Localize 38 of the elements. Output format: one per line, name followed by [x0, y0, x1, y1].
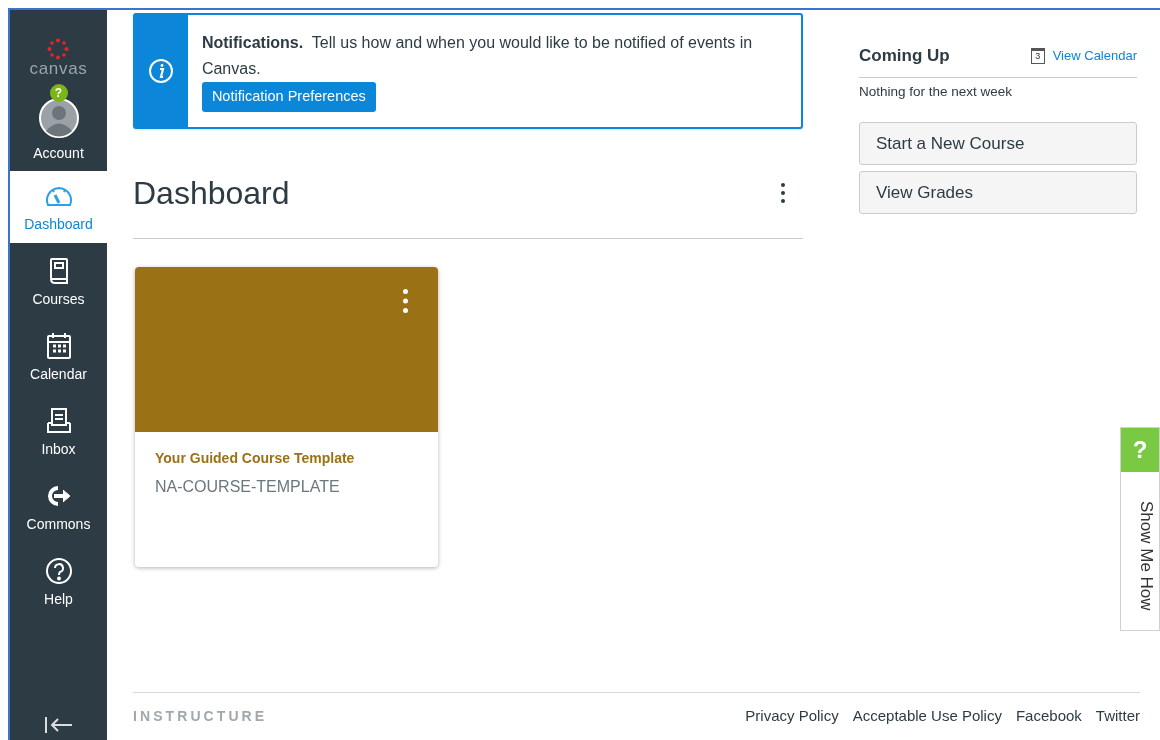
logo-wordmark: canvas [29, 60, 88, 78]
account-link[interactable]: ? Account [33, 86, 84, 164]
footer-link[interactable]: Twitter [1095, 705, 1140, 728]
nav-link[interactable]: Dashboard [10, 171, 107, 243]
nav-link[interactable]: Courses [10, 246, 107, 318]
info-icon [148, 58, 175, 84]
more-options-icon[interactable] [781, 182, 785, 203]
view-calendar-link[interactable]: View Calendar [1052, 46, 1137, 66]
calendar-icon: 3 [1030, 47, 1045, 64]
course-code: NA-COURSE-TEMPLATE [155, 477, 341, 497]
footer-link[interactable]: Privacy Policy [745, 705, 839, 728]
nav-link[interactable]: Commons [10, 471, 107, 543]
empty-message: Nothing for the next week [859, 82, 1014, 101]
inbox-icon [44, 407, 73, 435]
show-me-how-tab[interactable]: ? Show Me How [1120, 427, 1160, 631]
help-icon [44, 557, 73, 585]
nav-link[interactable]: Inbox [10, 396, 107, 468]
nav-link[interactable]: Help [10, 546, 107, 618]
gauge-icon [43, 184, 74, 208]
notification-message: Notifications. Tell us how and when you would like to be notified of events in Canvas. [201, 33, 754, 79]
section-title: Coming Up [859, 45, 950, 67]
book-icon [47, 257, 70, 285]
action-button[interactable]: View Grades [859, 170, 1137, 214]
course-title-link[interactable]: Your Guided Course Template [155, 448, 418, 469]
logo-icon [47, 38, 70, 60]
footer-link[interactable]: Facebook [1015, 705, 1082, 728]
notification-preferences-button[interactable]: Notification Preferences [201, 82, 376, 112]
avatar-icon [36, 98, 81, 138]
collapse-icon[interactable] [43, 716, 74, 734]
page-title: Dashboard [133, 173, 290, 213]
calendar-icon [45, 332, 72, 360]
course-card[interactable]: Your Guided Course Template NA-COURSE-TEMPLATE [135, 267, 438, 567]
nav-link[interactable]: Calendar [10, 321, 107, 393]
footer-link[interactable]: Acceptable Use Policy [852, 705, 1002, 728]
help-badge: ? [1121, 428, 1159, 472]
brand-wordmark: INSTRUCTURE [133, 707, 268, 726]
action-button[interactable]: Start a New Course [859, 121, 1137, 165]
help-badge: ? [49, 84, 68, 102]
